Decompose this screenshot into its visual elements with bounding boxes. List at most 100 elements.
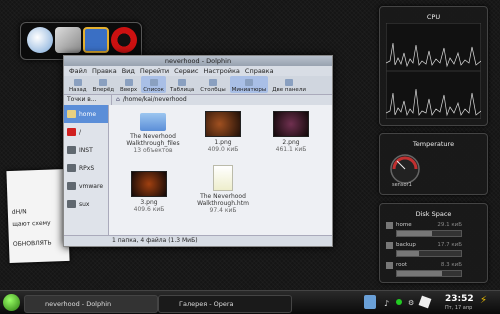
disk-size: 8.3 киБ <box>440 262 462 268</box>
dolphin-window: neverhood - Dolphin Файл Правка Вид Пере… <box>63 55 333 247</box>
disk-space-widget: Disk Space home 29.1 киБ backup 17.7 киБ… <box>379 203 488 283</box>
menu-file[interactable]: Файл <box>69 66 87 76</box>
cpu-title: CPU <box>426 13 441 21</box>
place-label: home <box>79 110 97 118</box>
icons-view-icon <box>149 79 158 86</box>
clipboard-icon[interactable] <box>364 295 376 309</box>
columns-view-label: Столбцы <box>200 87 226 93</box>
file-info: 13 объектов <box>133 147 173 154</box>
disk-usage-bar <box>396 230 462 237</box>
places-header[interactable]: Точки в... <box>64 95 112 105</box>
menu-view[interactable]: Вид <box>122 66 135 76</box>
split-view-button[interactable]: Две панели <box>270 76 308 93</box>
note-line: ОБНОВЛЯТЬ <box>12 239 52 248</box>
drive-icon <box>67 200 76 208</box>
file-info: 409.0 киБ <box>207 146 239 153</box>
place-root[interactable]: / <box>64 123 108 141</box>
html-document-icon <box>213 165 233 191</box>
lightning-icon[interactable]: ⚡ <box>480 295 487 306</box>
disk-space-title: Disk Space <box>415 210 452 218</box>
place-sux[interactable]: sux <box>64 195 108 213</box>
place-rpxs[interactable]: RPxS <box>64 159 108 177</box>
toolbar: Назад Вперёд Вверх Список Таблица Столбц… <box>64 76 332 95</box>
start-menu-icon[interactable] <box>3 294 20 311</box>
disk-usage-fill <box>397 251 420 256</box>
file-name: 1.png <box>214 139 232 146</box>
disk-usage-bar <box>396 270 462 277</box>
place-vmware[interactable]: vmware <box>64 177 108 195</box>
menu-edit[interactable]: Правка <box>92 66 117 76</box>
temperature-gauge <box>390 154 420 184</box>
columns-view-button[interactable]: Столбцы <box>198 76 227 93</box>
table-view-label: Таблица <box>169 87 195 93</box>
volume-icon[interactable]: ♪ <box>384 299 389 308</box>
file-item[interactable]: The Neverhood Walkthrough_files 13 объек… <box>123 113 183 154</box>
list-view-label: Список <box>143 87 164 93</box>
place-label: RPxS <box>79 164 95 172</box>
disk-row-root: root 8.3 киБ <box>396 262 462 277</box>
split-view-icon <box>285 79 294 86</box>
location-path[interactable]: /home/kai/neverhood <box>123 95 187 105</box>
home-folder-icon <box>67 110 76 118</box>
menu-settings[interactable]: Настройка <box>203 66 239 76</box>
disk-row-home: home 29.1 киБ <box>396 222 462 237</box>
settings-icon[interactable]: ⚙ <box>408 299 414 307</box>
window-title[interactable]: neverhood - Dolphin <box>64 56 332 66</box>
forward-button[interactable]: Вперёд <box>91 76 116 93</box>
network-status-icon[interactable] <box>396 299 402 305</box>
status-bar: 1 папка, 4 файла (1.3 МиБ) <box>64 235 332 246</box>
table-view-button[interactable]: Таблица <box>168 76 196 93</box>
drive-icon <box>386 262 393 269</box>
place-label: / <box>79 128 82 136</box>
disk-usage-fill <box>397 231 433 236</box>
clock-time[interactable]: 23:52 <box>445 294 474 304</box>
drive-icon <box>386 242 393 249</box>
file-name: 2.png <box>282 139 300 146</box>
bird-app-icon[interactable] <box>27 27 53 53</box>
thumbnails-icon <box>244 79 253 86</box>
place-inst[interactable]: INST <box>64 141 108 159</box>
location-bar[interactable]: ⌂ /home/kai/neverhood <box>112 95 332 105</box>
file-item[interactable]: 3.png 409.6 киБ <box>119 171 179 213</box>
up-button[interactable]: Вверх <box>118 76 139 93</box>
network-app-icon[interactable] <box>83 27 109 53</box>
menu-go[interactable]: Перейти <box>140 66 169 76</box>
columns-view-icon <box>208 79 217 86</box>
disk-size: 29.1 киБ <box>437 222 462 228</box>
file-item[interactable]: 1.png 409.0 киБ <box>193 111 253 153</box>
document-app-icon[interactable] <box>55 27 81 53</box>
task-label: neverhood - Dolphin <box>45 300 112 308</box>
temperature-widget: Temperature sensor1 <box>379 133 488 195</box>
file-view: The Neverhood Walkthrough_files 13 объек… <box>109 105 332 236</box>
file-info: 97.4 киБ <box>209 207 237 214</box>
disk-name: home <box>396 222 412 228</box>
place-label: vmware <box>79 182 104 190</box>
task-opera[interactable]: Галерея - Opera <box>158 295 292 313</box>
task-label: Галерея - Opera <box>179 300 234 308</box>
sensor-label: sensor1 <box>392 182 412 188</box>
file-item[interactable]: The Neverhood Walkthrough.htm 97.4 киБ <box>193 165 253 214</box>
drive-icon <box>386 222 393 229</box>
arrow-left-icon <box>73 79 82 86</box>
paper-note: dH/N щают схему ОБНОВЛЯТЬ <box>6 168 70 264</box>
back-button[interactable]: Назад <box>67 76 89 93</box>
image-thumbnail <box>273 111 309 137</box>
image-thumbnail <box>205 111 241 137</box>
menu-bar: Файл Правка Вид Перейти Сервис Настройка… <box>64 66 332 76</box>
list-view-button[interactable]: Список <box>141 76 166 93</box>
root-folder-icon <box>67 128 76 136</box>
file-info: 409.6 киБ <box>133 206 165 213</box>
file-item[interactable]: 2.png 461.1 киБ <box>261 111 321 153</box>
menu-help[interactable]: Справка <box>245 66 274 76</box>
menu-tools[interactable]: Сервис <box>174 66 198 76</box>
opera-app-icon[interactable] <box>111 27 137 53</box>
usb-device-icon[interactable] <box>418 295 432 309</box>
places-panel: home / INST RPxS vmware sux <box>64 105 109 236</box>
disk-size: 17.7 киБ <box>437 242 462 248</box>
thumbnails-button[interactable]: Миниатюры <box>229 76 269 93</box>
place-label: sux <box>79 200 90 208</box>
drive-icon <box>67 182 76 190</box>
place-home[interactable]: home <box>64 105 108 123</box>
task-dolphin[interactable]: neverhood - Dolphin <box>24 295 158 313</box>
disk-row-backup: backup 17.7 киБ <box>396 242 462 257</box>
